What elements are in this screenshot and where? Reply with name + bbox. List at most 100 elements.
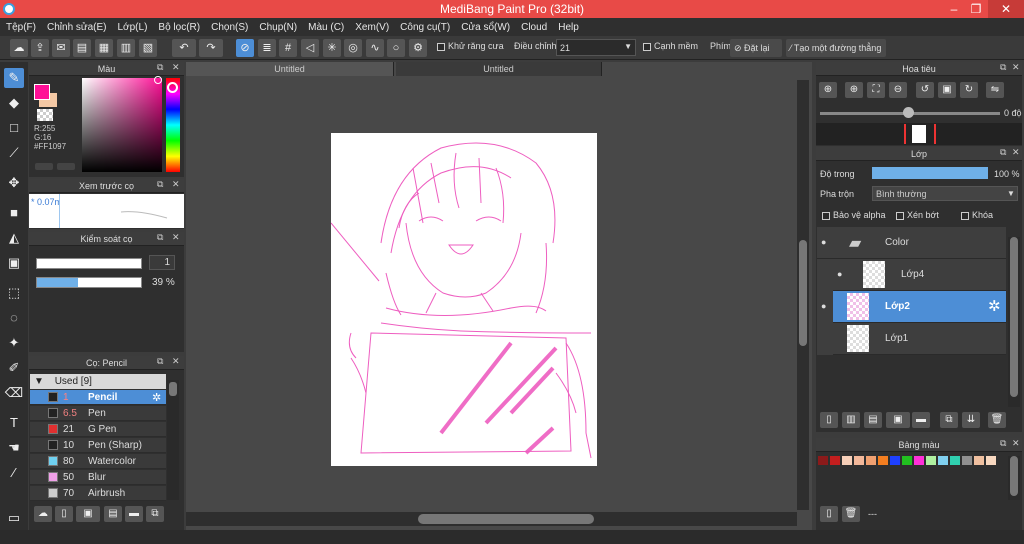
layer-row-folder[interactable]: ● ▰ Color <box>817 227 1006 259</box>
redo-icon[interactable]: ↷ <box>199 39 223 57</box>
brush-row[interactable]: 10 Pen (Sharp) <box>30 438 166 453</box>
eraser-tool-icon[interactable]: ◆ <box>4 93 24 113</box>
navigator-preview[interactable] <box>816 123 1022 145</box>
close-icon[interactable]: ✕ <box>1012 62 1020 73</box>
layer-folder-icon[interactable]: ▬ <box>912 412 930 428</box>
gradient-tool-icon[interactable]: ▣ <box>4 253 24 273</box>
undo-icon[interactable]: ↶ <box>172 39 196 57</box>
rotation-slider-handle[interactable] <box>903 107 914 118</box>
document-tab-1[interactable]: Untitled <box>186 62 394 76</box>
move-tool-icon[interactable]: ✥ <box>4 173 24 193</box>
add-layer-menu-icon[interactable]: ▣ <box>886 412 910 428</box>
line-tool-icon[interactable]: ⟋ <box>4 143 24 163</box>
delete-color-icon[interactable]: 🗑 <box>842 506 860 522</box>
expand-icon[interactable]: ⧉ <box>157 62 163 73</box>
brush-size-slider[interactable] <box>36 258 142 269</box>
brush-list-scrollbar[interactable] <box>167 380 179 500</box>
misc-tool-icon[interactable]: ▭ <box>4 508 24 528</box>
layer-row-layer1[interactable]: Lớp1 <box>833 323 1006 355</box>
cloud-icon[interactable]: ☁ <box>10 39 28 57</box>
layer-settings-icon[interactable]: ✲ <box>988 297 1001 315</box>
add-color-icon[interactable]: ▯ <box>820 506 838 522</box>
document-icon[interactable]: ▦ <box>95 39 113 57</box>
actual-size-icon[interactable]: ▣ <box>938 82 956 98</box>
lasso-icon[interactable]: ◌ <box>4 308 24 328</box>
transparent-swatch[interactable] <box>37 109 53 121</box>
brush-settings-icon[interactable]: ✲ <box>152 391 161 404</box>
palette-scrollbar[interactable] <box>1008 456 1020 500</box>
hand-tool-icon[interactable]: ☚ <box>4 438 24 458</box>
palette-scroll-thumb[interactable] <box>1010 456 1018 496</box>
brush-row[interactable]: 6.5 Pen <box>30 406 166 421</box>
radial-snap-icon[interactable]: ✳ <box>323 39 341 57</box>
visibility-icon[interactable]: ● <box>821 237 826 247</box>
crosshatch-snap-icon[interactable]: # <box>279 39 297 57</box>
menu-tools[interactable]: Công cụ(T) <box>400 22 450 33</box>
close-icon[interactable]: ✕ <box>172 62 180 73</box>
primary-color-swatch[interactable] <box>34 84 50 100</box>
reset-button[interactable]: ⊘ Đặt lại <box>730 39 782 57</box>
layer-opacity-slider[interactable] <box>872 167 988 179</box>
hue-cursor[interactable] <box>167 82 178 93</box>
brush-row[interactable]: 1 Pencil ✲ <box>30 390 166 405</box>
palette-swatch[interactable] <box>986 456 996 465</box>
layer-scroll-thumb[interactable] <box>1010 237 1018 397</box>
clip-checkbox[interactable]: Xén bớt <box>896 210 939 220</box>
brush-tool-icon[interactable]: ✎ <box>4 68 24 88</box>
swap-color-button[interactable] <box>35 163 53 170</box>
new-brush-icon[interactable]: ▯ <box>55 506 73 522</box>
visibility-icon[interactable]: ● <box>821 301 826 311</box>
zoom-fit-icon[interactable]: ⊕ <box>819 82 837 98</box>
alpha-protect-checkbox[interactable]: Bảo vệ alpha <box>822 210 886 220</box>
antialias-checkbox[interactable]: Khử răng cưa <box>437 41 504 51</box>
fit-window-icon[interactable]: ⛶ <box>867 82 885 98</box>
snap-settings-icon[interactable]: ⚙ <box>409 39 427 57</box>
palette-swatch[interactable] <box>926 456 936 465</box>
parallel-snap-icon[interactable]: ≣ <box>258 39 276 57</box>
close-icon[interactable]: ✕ <box>172 179 180 190</box>
circle-snap-icon[interactable]: ○ <box>387 39 405 57</box>
brush-cloud-icon[interactable]: ☁ <box>34 506 52 522</box>
brush-row[interactable]: 80 Watercolor <box>30 454 166 469</box>
expand-icon[interactable]: ⧉ <box>1000 62 1006 73</box>
palette-swatch[interactable] <box>890 456 900 465</box>
palette-swatch[interactable] <box>818 456 828 465</box>
brush-size-field[interactable]: 1 <box>149 255 175 270</box>
new-halftone-layer-icon[interactable]: ▥ <box>842 412 860 428</box>
scroll-thumb[interactable] <box>169 382 177 396</box>
expand-icon[interactable]: ⧉ <box>1000 147 1006 158</box>
restore-button[interactable]: ❐ <box>965 0 987 18</box>
saturation-value-picker[interactable] <box>82 78 162 172</box>
blend-mode-select[interactable]: Bình thường ▼ <box>872 186 1018 201</box>
select-eraser-icon[interactable]: ⌫ <box>4 383 24 403</box>
palette-swatch[interactable] <box>902 456 912 465</box>
palette-swatch[interactable] <box>974 456 984 465</box>
menu-select[interactable]: Chọn(S) <box>211 22 248 33</box>
lock-checkbox[interactable]: Khóa <box>961 210 993 220</box>
palette-swatch[interactable] <box>854 456 864 465</box>
smooth-checkbox[interactable]: Cạnh mềm <box>643 41 698 51</box>
palette-swatch[interactable] <box>938 456 948 465</box>
magic-wand-icon[interactable]: ✦ <box>4 333 24 353</box>
menu-snap[interactable]: Chụp(N) <box>259 22 297 33</box>
rectangle-tool-icon[interactable]: □ <box>4 118 24 138</box>
menu-color[interactable]: Màu (C) <box>308 22 344 33</box>
palette-swatch[interactable] <box>842 456 852 465</box>
expand-icon[interactable]: ⧉ <box>1000 438 1006 449</box>
close-icon[interactable]: ✕ <box>172 356 180 367</box>
new-8bit-layer-icon[interactable]: ▤ <box>864 412 882 428</box>
menu-filter[interactable]: Bộ lọc(R) <box>158 22 200 33</box>
expand-icon[interactable]: ⧉ <box>157 356 163 367</box>
rotate-left-icon[interactable]: ↺ <box>916 82 934 98</box>
duplicate-layer-icon[interactable]: ⧉ <box>940 412 958 428</box>
brush-opacity-slider[interactable] <box>36 277 142 288</box>
delete-layer-icon[interactable]: 🗑 <box>988 412 1006 428</box>
brush-row[interactable]: 21 G Pen <box>30 422 166 437</box>
visibility-icon[interactable]: ● <box>837 269 842 279</box>
menu-view[interactable]: Xem(V) <box>355 22 389 33</box>
brush-duplicate-icon[interactable]: ⧉ <box>146 506 164 522</box>
brush-row[interactable]: 70 Airbrush <box>30 486 166 501</box>
fill-rectangle-icon[interactable]: ■ <box>4 203 24 223</box>
brush-copy-icon[interactable]: ▤ <box>104 506 122 522</box>
menu-help[interactable]: Help <box>558 22 579 33</box>
